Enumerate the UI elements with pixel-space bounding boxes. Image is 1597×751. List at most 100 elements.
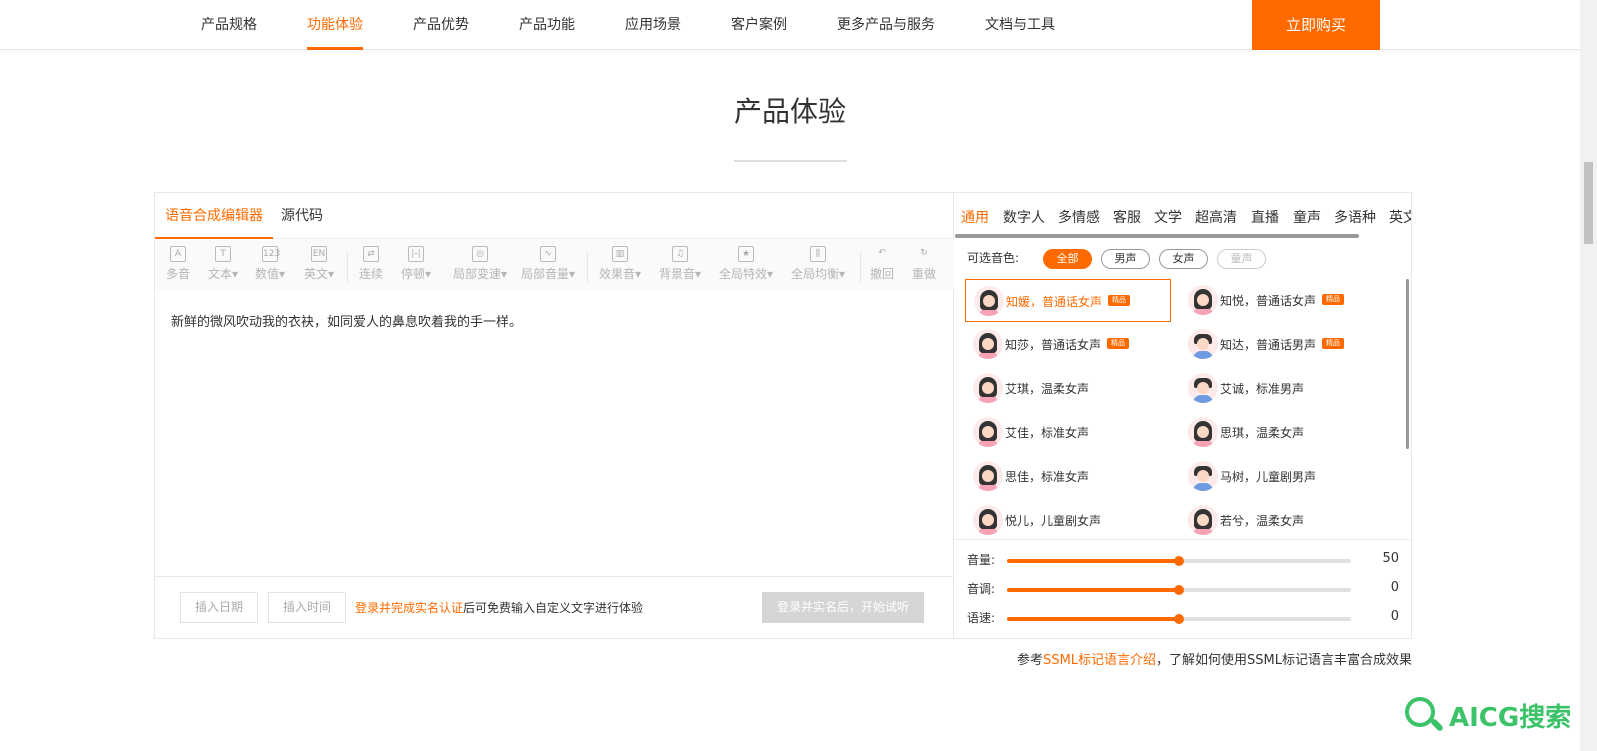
voice-card[interactable]: 马树，儿童剧男声 xyxy=(1180,455,1386,498)
voice-list-scrollbar[interactable] xyxy=(1406,279,1409,449)
speed-icon: ◎ xyxy=(472,246,488,262)
tool-global-effect[interactable]: ★ 全局特效▾ xyxy=(717,246,775,286)
voice-list: 知媛，普通话女声 精品 知悦，普通话女声 精品 知莎，普通话女声 精品 知达，普通话男声 精品… xyxy=(955,279,1405,537)
voice-tab-live[interactable]: 直播 xyxy=(1251,207,1279,227)
female-avatar-icon xyxy=(1188,417,1218,447)
tool-number[interactable]: 123 数值▾ xyxy=(245,246,295,286)
slider-track[interactable] xyxy=(1007,585,1351,595)
tool-global-equalizer[interactable]: ⫼ 全局均衡▾ xyxy=(789,246,847,286)
voice-name: 悦儿，儿童剧女声 xyxy=(1005,514,1102,528)
slider-thumb[interactable] xyxy=(1174,614,1184,624)
male-avatar-icon xyxy=(1188,329,1218,359)
tool-local-volume[interactable]: ∿ 局部音量▾ xyxy=(519,246,577,286)
login-note: 登录并完成实名认证后可免费输入自定义文字进行体验 xyxy=(355,599,643,616)
voice-card[interactable]: 知媛，普通话女声 精品 xyxy=(965,279,1171,322)
premium-badge: 精品 xyxy=(1108,295,1130,306)
page-scrollbar-thumb[interactable] xyxy=(1584,162,1593,244)
voice-card[interactable]: 知悦，普通话女声 精品 xyxy=(1180,279,1386,322)
voice-tab-digital-human[interactable]: 数字人 xyxy=(1003,207,1045,227)
tab-tts-editor[interactable]: 语音合成编辑器 xyxy=(155,193,273,239)
voice-tab-child[interactable]: 童声 xyxy=(1293,207,1321,227)
voice-category-tabs: 通用 数字人 多情感 客服 文学 超高清 直播 童声 多语种 英文 xyxy=(955,193,1411,238)
slider-fill xyxy=(1007,559,1179,563)
voice-card[interactable]: 艾诚，标准男声 xyxy=(1180,367,1386,410)
female-avatar-icon xyxy=(1188,505,1218,535)
tool-text[interactable]: T 文本▾ xyxy=(198,246,248,286)
redo-icon: ↻ xyxy=(920,248,928,258)
nav-item-more-products[interactable]: 更多产品与服务 xyxy=(837,0,935,50)
page-scrollbar[interactable] xyxy=(1580,0,1597,751)
slider-thumb[interactable] xyxy=(1174,585,1184,595)
slider-label: 音调: xyxy=(967,582,996,596)
voice-card[interactable]: 知达，普通话男声 精品 xyxy=(1180,323,1386,366)
tab-source-code[interactable]: 源代码 xyxy=(281,193,323,239)
voice-name: 马树，儿童剧男声 xyxy=(1220,470,1317,484)
insert-date-button[interactable]: 插入日期 xyxy=(180,592,258,623)
filter-male[interactable]: 男声 xyxy=(1101,249,1150,269)
aicg-watermark-logo: AICG搜索 xyxy=(1405,695,1585,739)
voice-params: 音量: 50 音调: 0 语速: 0 xyxy=(955,539,1411,638)
voice-card[interactable]: 悦儿，儿童剧女声 xyxy=(965,499,1171,537)
voice-card[interactable]: 艾琪，温柔女声 xyxy=(965,367,1171,410)
nav-item-functions[interactable]: 产品功能 xyxy=(519,0,575,50)
nav-item-experience[interactable]: 功能体验 xyxy=(307,0,363,50)
voice-selector: 通用 数字人 多情感 客服 文学 超高清 直播 童声 多语种 英文 可选音色: … xyxy=(955,193,1411,638)
insert-time-button[interactable]: 插入时间 xyxy=(268,592,346,623)
param-slider-row: 音量: 50 xyxy=(967,551,1407,571)
voice-name: 知莎，普通话女声 xyxy=(1005,338,1102,352)
nav-item-cases[interactable]: 客户案例 xyxy=(731,0,787,50)
filter-child[interactable]: 童声 xyxy=(1217,249,1266,269)
editor-content[interactable]: 新鲜的微风吹动我的衣袂，如同爱人的鼻息吹着我的手一样。 xyxy=(171,311,522,330)
female-avatar-icon xyxy=(973,329,1003,359)
tool-pause[interactable]: |-| 停顿▾ xyxy=(391,246,441,286)
param-slider-row: 语速: 0 xyxy=(967,609,1407,629)
voice-card[interactable]: 思琪，温柔女声 xyxy=(1180,411,1386,454)
voice-name: 艾佳，标准女声 xyxy=(1005,426,1090,440)
tool-english[interactable]: EN 英文▾ xyxy=(294,246,344,286)
premium-badge: 精品 xyxy=(1107,338,1129,349)
param-slider-row: 音调: 0 xyxy=(967,580,1407,600)
tool-local-speed[interactable]: ◎ 局部变速▾ xyxy=(451,246,509,286)
slider-track[interactable] xyxy=(1007,614,1351,624)
sound-effect-icon: ▥ xyxy=(612,246,628,262)
voice-card[interactable]: 思佳，标准女声 xyxy=(965,455,1171,498)
voice-tab-emotion[interactable]: 多情感 xyxy=(1058,207,1100,227)
voice-card[interactable]: 艾佳，标准女声 xyxy=(965,411,1171,454)
tool-background-music[interactable]: ♫ 背景音▾ xyxy=(655,246,705,286)
voice-name: 艾诚，标准男声 xyxy=(1220,382,1305,396)
editor-footer: 插入日期 插入时间 登录并完成实名认证后可免费输入自定义文字进行体验 登录并实名… xyxy=(155,576,954,638)
voice-tab-literature[interactable]: 文学 xyxy=(1154,207,1182,227)
filter-all[interactable]: 全部 xyxy=(1043,249,1092,269)
tool-redo[interactable]: ↻ 重做 xyxy=(899,246,949,286)
tool-sound-effect[interactable]: ▥ 效果音▾ xyxy=(595,246,645,286)
voice-tab-general[interactable]: 通用 xyxy=(961,207,989,227)
voice-tab-uhd[interactable]: 超高清 xyxy=(1195,207,1237,227)
continuous-icon: ⇄ xyxy=(363,246,379,262)
filter-female[interactable]: 女声 xyxy=(1159,249,1208,269)
premium-badge: 精品 xyxy=(1322,338,1344,349)
ssml-intro-link[interactable]: SSML标记语言介绍 xyxy=(1043,653,1156,668)
female-avatar-icon xyxy=(973,417,1003,447)
voice-card[interactable]: 知莎，普通话女声 精品 xyxy=(965,323,1171,366)
tool-continuous[interactable]: ⇄ 连续 xyxy=(346,246,396,286)
voice-card[interactable]: 若兮，温柔女声 xyxy=(1180,499,1386,537)
login-verify-link[interactable]: 登录并完成实名认证 xyxy=(355,601,463,615)
start-listening-button[interactable]: 登录并实名后，开始试听 xyxy=(762,592,924,623)
slider-track[interactable] xyxy=(1007,556,1351,566)
voice-tab-service[interactable]: 客服 xyxy=(1113,207,1141,227)
nav-item-advantages[interactable]: 产品优势 xyxy=(413,0,469,50)
voice-tab-english[interactable]: 英文 xyxy=(1389,207,1411,227)
nav-item-scenarios[interactable]: 应用场景 xyxy=(625,0,681,50)
experience-panel: 语音合成编辑器 源代码 A 多音 T 文本▾ 123 数值▾ EN 英文▾ ⇄ 连续 |-… xyxy=(154,192,1412,639)
nav-item-specs[interactable]: 产品规格 xyxy=(201,0,257,50)
slider-thumb[interactable] xyxy=(1174,556,1184,566)
editor-toolbar: A 多音 T 文本▾ 123 数值▾ EN 英文▾ ⇄ 连续 |-| 停顿▾ ◎ 局部变速▾ … xyxy=(155,240,954,290)
voice-tabs-scrollbar[interactable] xyxy=(955,234,1359,238)
buy-now-button[interactable]: 立即购买 xyxy=(1252,0,1380,50)
slider-value: 0 xyxy=(1390,609,1399,624)
polyphone-icon: A xyxy=(170,246,186,262)
voice-tab-multilingual[interactable]: 多语种 xyxy=(1334,207,1376,227)
nav-item-docs-tools[interactable]: 文档与工具 xyxy=(985,0,1055,50)
tool-polyphone[interactable]: A 多音 xyxy=(153,246,203,286)
male-avatar-icon xyxy=(1188,461,1218,491)
